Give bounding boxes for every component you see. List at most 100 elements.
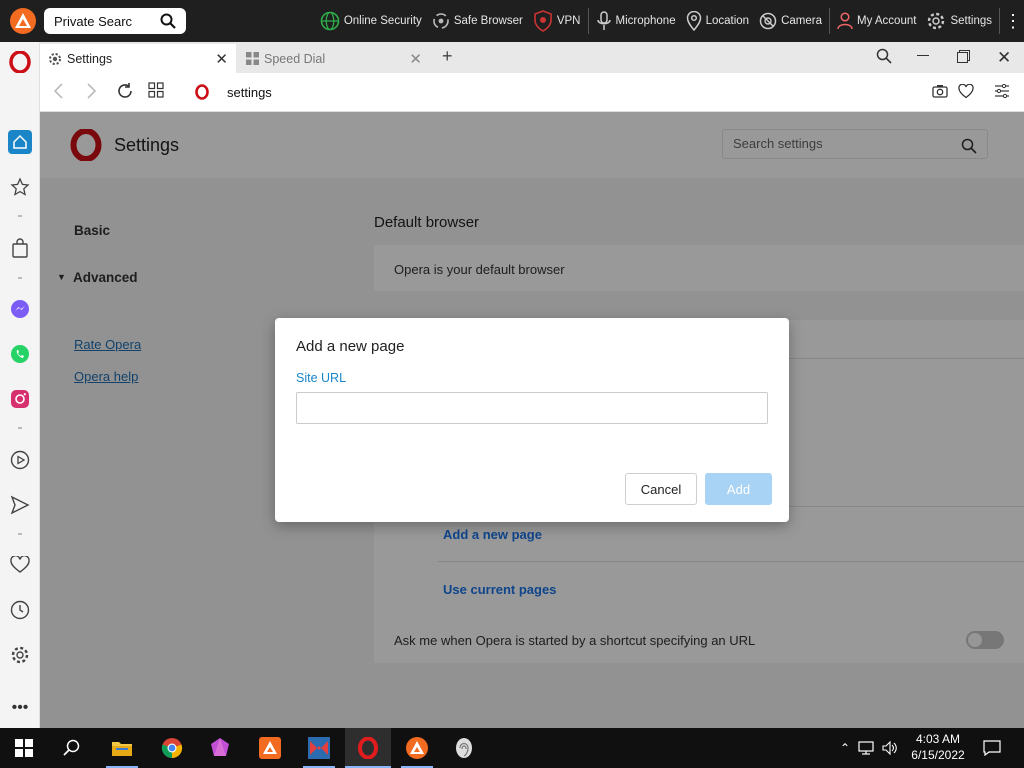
more-dots-icon[interactable]: ••• <box>8 696 32 720</box>
toolbar-divider <box>999 8 1000 34</box>
chrome-icon[interactable] <box>160 736 184 760</box>
clock-time: 4:03 AM <box>915 732 961 746</box>
search-icon[interactable] <box>160 13 176 32</box>
vpn-label: VPN <box>556 15 581 27</box>
back-icon[interactable] <box>52 82 66 103</box>
toolbar-divider <box>587 8 589 34</box>
new-tab-button[interactable]: + <box>442 46 453 67</box>
messenger-icon[interactable] <box>8 297 32 321</box>
tab-strip: Settings ✕ Speed Dial ✕ + ✕ <box>40 42 1024 73</box>
visual-studio-icon[interactable] <box>307 736 331 760</box>
app-logo-icon[interactable] <box>8 6 38 36</box>
sidebar-separator <box>18 427 22 429</box>
tab-title: Speed Dial <box>264 51 326 66</box>
user-icon <box>837 12 853 30</box>
private-search-box[interactable]: Private Searc <box>44 8 186 34</box>
camera-blocked-icon <box>759 12 777 30</box>
dialog-title: Add a new page <box>296 338 405 355</box>
clock-date: 6/15/2022 <box>911 748 965 762</box>
close-tab-icon[interactable]: ✕ <box>215 50 228 68</box>
safe-browser-button[interactable]: Safe Browser <box>427 0 528 42</box>
speed-dial-grid-icon <box>246 52 259 65</box>
gem-app-icon[interactable] <box>208 736 232 760</box>
top-toolbar: Private Searc Online Security Safe Brows… <box>0 0 1024 42</box>
camera-button[interactable]: Camera <box>754 0 827 42</box>
microphone-button[interactable]: Microphone <box>591 0 681 42</box>
sidebar-separator <box>18 533 22 535</box>
forward-icon[interactable] <box>84 82 98 103</box>
instagram-icon[interactable] <box>8 387 32 411</box>
send-icon[interactable] <box>8 493 32 517</box>
bookmarks-star-icon[interactable] <box>8 175 32 199</box>
site-url-label: Site URL <box>296 371 347 385</box>
tray-chevron-up-icon[interactable]: ⌃ <box>840 741 850 755</box>
player-icon[interactable] <box>8 448 32 472</box>
system-tray: ⌃ <box>840 728 898 768</box>
vpn-shield-icon <box>534 10 552 32</box>
location-pin-icon <box>686 11 701 31</box>
opera-menu-icon[interactable] <box>8 50 32 74</box>
settings-gear-icon[interactable] <box>8 643 32 667</box>
file-explorer-icon[interactable] <box>110 736 134 760</box>
my-account-label: My Account <box>856 15 917 27</box>
globe-icon <box>320 11 340 31</box>
url-text[interactable]: settings <box>227 85 272 100</box>
minimize-icon[interactable] <box>917 55 929 56</box>
safe-browser-label: Safe Browser <box>453 15 523 27</box>
reload-icon[interactable] <box>116 82 134 103</box>
opera-taskbar-icon[interactable] <box>356 736 380 760</box>
settings-button[interactable]: Settings <box>921 0 997 42</box>
easy-setup-icon[interactable] <box>995 83 1009 101</box>
microphone-icon <box>596 11 611 30</box>
sidebar-separator <box>18 277 22 279</box>
heart-icon[interactable] <box>8 553 32 577</box>
network-icon[interactable] <box>858 741 874 755</box>
add-button[interactable]: Add <box>705 473 772 505</box>
avast-secure-icon[interactable] <box>405 736 429 760</box>
settings-label: Settings <box>950 15 992 27</box>
location-button[interactable]: Location <box>681 0 754 42</box>
shield-cycle-icon <box>433 13 449 29</box>
toolbar-divider <box>828 8 830 34</box>
more-menu-icon[interactable]: ⋮ <box>1002 11 1024 32</box>
sidebar-separator <box>18 215 22 217</box>
vpn-button[interactable]: VPN <box>528 0 586 42</box>
tab-speed-dial[interactable]: Speed Dial ✕ <box>238 44 430 73</box>
taskbar-search-icon[interactable] <box>60 736 84 760</box>
snapshot-camera-icon[interactable] <box>932 83 948 102</box>
bookmark-heart-icon[interactable] <box>958 83 974 102</box>
gear-icon <box>928 12 945 30</box>
windows-taskbar: ⌃ 4:03 AM 6/15/2022 <box>0 728 1024 768</box>
history-clock-icon[interactable] <box>8 598 32 622</box>
address-bar: settings <box>40 73 1024 112</box>
shopping-bag-icon[interactable] <box>8 236 32 260</box>
add-page-dialog: Add a new page Site URL Cancel Add <box>275 318 789 522</box>
gear-icon <box>49 52 61 65</box>
fingerprint-app-icon[interactable] <box>452 736 476 760</box>
private-search-text[interactable]: Private Searc <box>54 14 132 29</box>
location-label: Location <box>705 15 750 27</box>
my-account-button[interactable]: My Account <box>832 0 921 42</box>
opera-sidebar: ••• <box>0 42 40 728</box>
taskbar-clock[interactable]: 4:03 AM 6/15/2022 <box>900 731 976 763</box>
microphone-label: Microphone <box>615 15 676 27</box>
restore-icon[interactable] <box>957 50 970 67</box>
home-icon[interactable] <box>8 130 32 154</box>
site-url-input[interactable] <box>296 392 768 424</box>
tab-title: Settings <box>67 51 113 66</box>
windows-start-icon[interactable] <box>12 736 36 760</box>
notification-center-icon[interactable] <box>980 736 1004 760</box>
tab-settings[interactable]: Settings ✕ <box>40 44 236 73</box>
close-tab-icon[interactable]: ✕ <box>409 50 422 68</box>
volume-icon[interactable] <box>882 741 898 755</box>
opera-o-icon <box>194 84 210 103</box>
whatsapp-icon[interactable] <box>8 342 32 366</box>
online-security-label: Online Security <box>343 15 422 27</box>
camera-label: Camera <box>781 15 822 27</box>
tab-grid-icon[interactable] <box>148 82 164 101</box>
close-window-icon[interactable]: ✕ <box>997 48 1011 68</box>
online-security-button[interactable]: Online Security <box>315 0 427 42</box>
tab-search-icon[interactable] <box>876 48 892 68</box>
cancel-button[interactable]: Cancel <box>625 473 697 505</box>
avast-app-icon[interactable] <box>258 736 282 760</box>
